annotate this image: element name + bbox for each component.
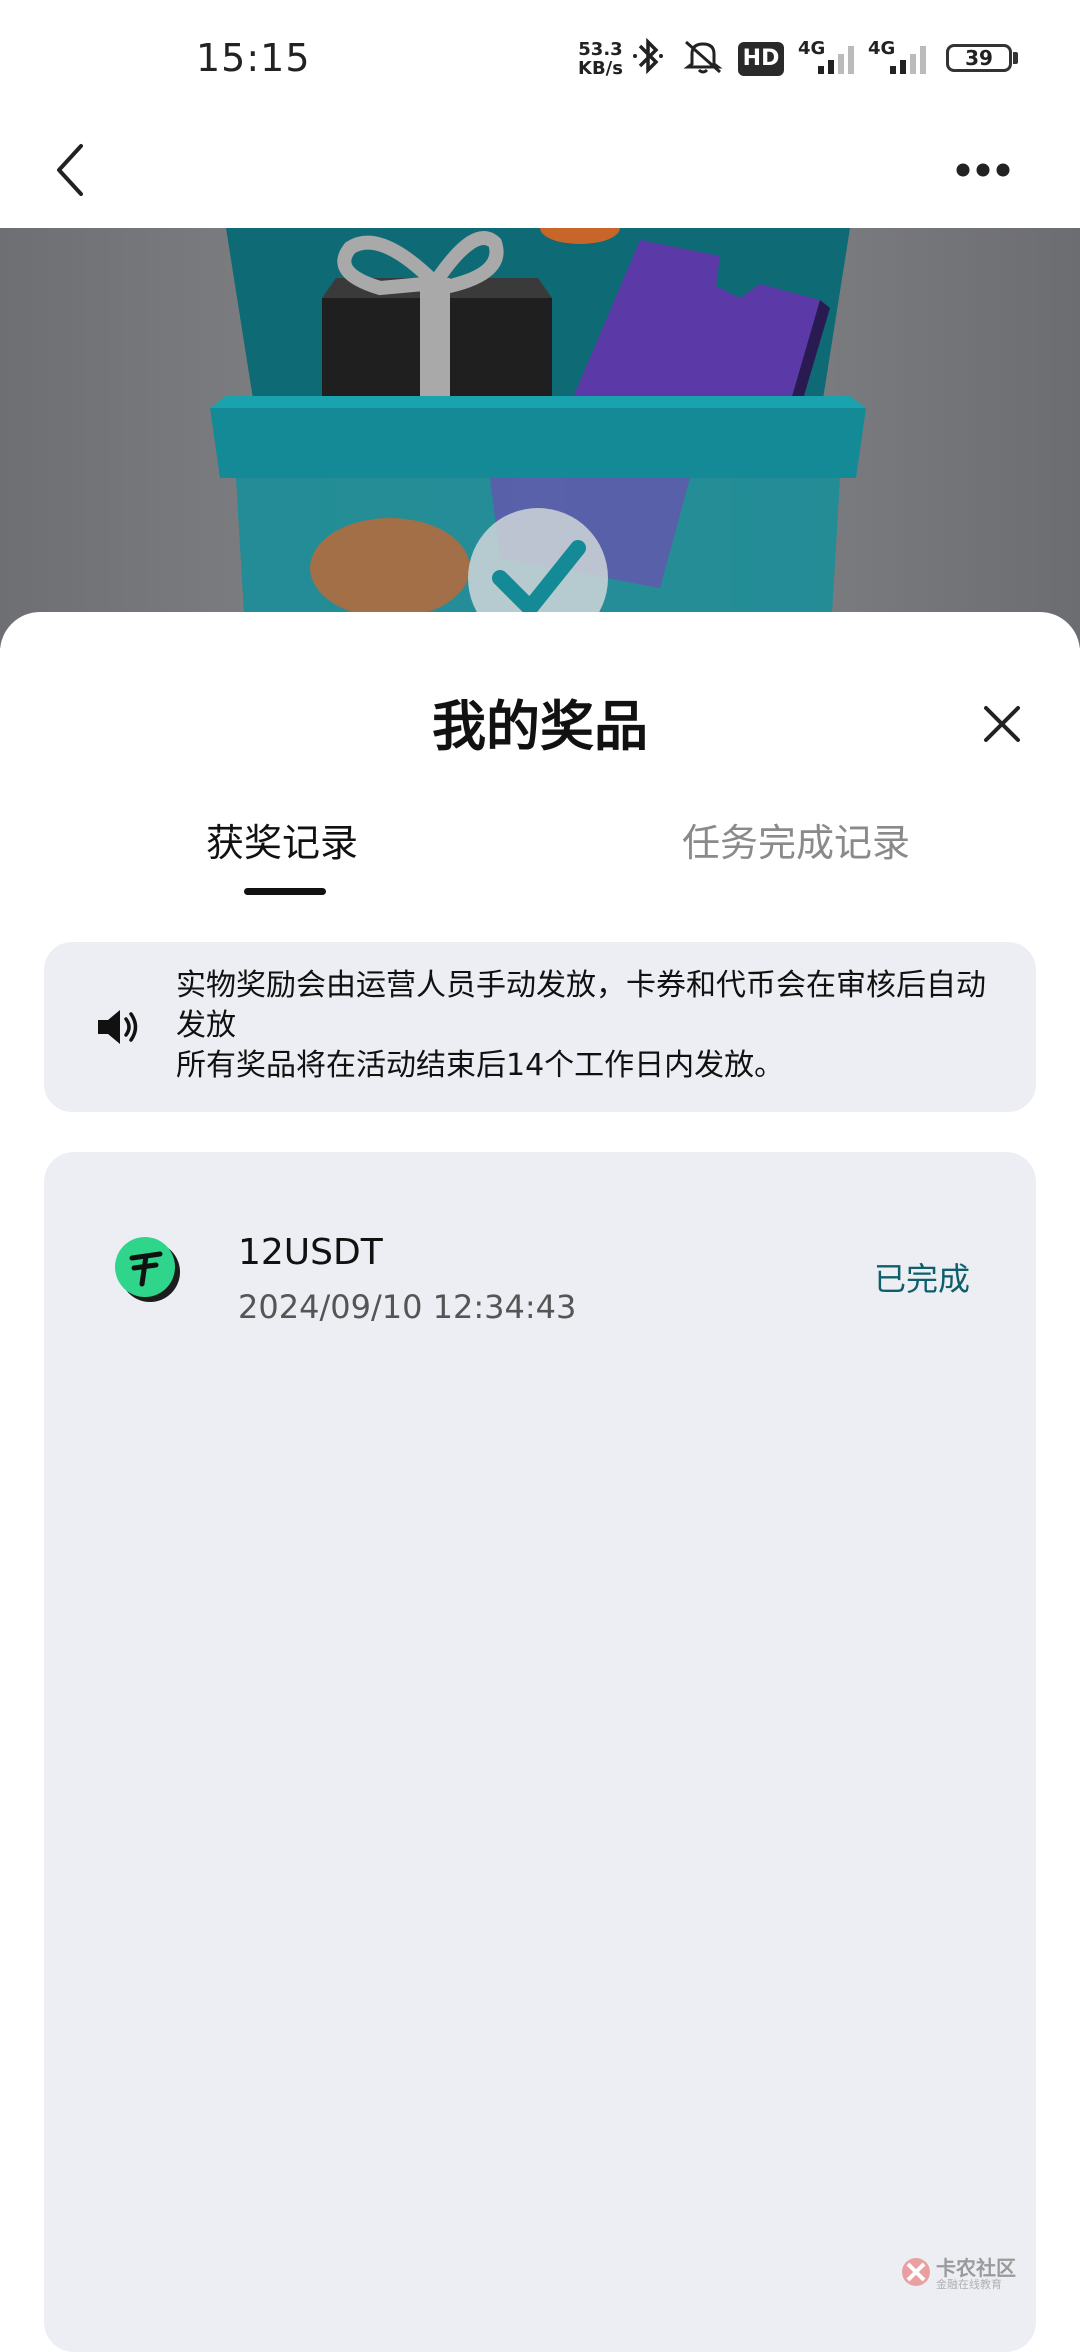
- prizes-sheet: 我的奖品 获奖记录 任务完成记录 实物奖励会由运营人员手动发放，卡券和代币会在审…: [0, 612, 1080, 2352]
- status-badge: 已完成: [874, 1260, 971, 1298]
- tab-prize-records[interactable]: 获奖记录: [206, 812, 358, 867]
- back-button[interactable]: [40, 130, 100, 210]
- more-dots-icon: [956, 163, 1010, 177]
- network-speed-unit: KB/s: [578, 58, 623, 79]
- watermark-icon: [902, 2258, 930, 2286]
- status-bar: 15:15 53.3 KB/s HD 4G 4G 39: [0, 0, 1080, 118]
- record-name: 12USDT: [238, 1232, 383, 1273]
- status-time: 15:15: [196, 36, 311, 80]
- notice-line-2: 所有奖品将在活动结束后14个工作日内发放。: [176, 1048, 785, 1083]
- list-item[interactable]: 12USDT 2024/09/10 12:34:43 已完成: [44, 1152, 1036, 1362]
- hero-banner: [0, 228, 1080, 648]
- mute-bell-icon: [683, 40, 723, 74]
- close-button[interactable]: [976, 698, 1028, 750]
- more-options-button[interactable]: [948, 130, 1018, 210]
- notice-line-1: 实物奖励会由运营人员手动发放，卡券和代币会在审核后自动发放: [176, 968, 986, 1043]
- record-datetime: 2024/09/10 12:34:43: [238, 1288, 577, 1326]
- prize-box-illustration: [210, 228, 866, 648]
- hd-voice-icon: HD: [738, 42, 784, 76]
- nav-bar: [0, 118, 1080, 228]
- signal-sim2-icon: [890, 46, 926, 74]
- tether-token-icon: [115, 1237, 180, 1302]
- close-icon: [984, 706, 1020, 742]
- notice-text: 实物奖励会由运营人员手动发放，卡券和代币会在审核后自动发放 所有奖品将在活动结束…: [176, 966, 1006, 1086]
- network-speed-value: 53.3: [578, 39, 623, 60]
- active-tab-indicator: [244, 888, 326, 895]
- watermark-subtext: 金融在线教育: [936, 2278, 1002, 2291]
- bluetooth-icon: [633, 37, 663, 75]
- battery-tip: [1013, 52, 1018, 64]
- battery-icon: 39: [946, 44, 1012, 72]
- sheet-title: 我的奖品: [432, 695, 648, 758]
- signal-sim1-icon: [818, 46, 854, 74]
- speaker-icon: [98, 1010, 138, 1044]
- tab-task-records[interactable]: 任务完成记录: [682, 812, 910, 867]
- records-list: 12USDT 2024/09/10 12:34:43 已完成: [44, 1152, 1036, 2352]
- network-speed: 53.3 KB/s: [578, 40, 623, 78]
- notice-banner: 实物奖励会由运营人员手动发放，卡券和代币会在审核后自动发放 所有奖品将在活动结束…: [44, 942, 1036, 1112]
- chevron-left-icon: [57, 144, 83, 196]
- watermark-logo: 卡农社区 金融在线教育: [900, 2252, 1030, 2292]
